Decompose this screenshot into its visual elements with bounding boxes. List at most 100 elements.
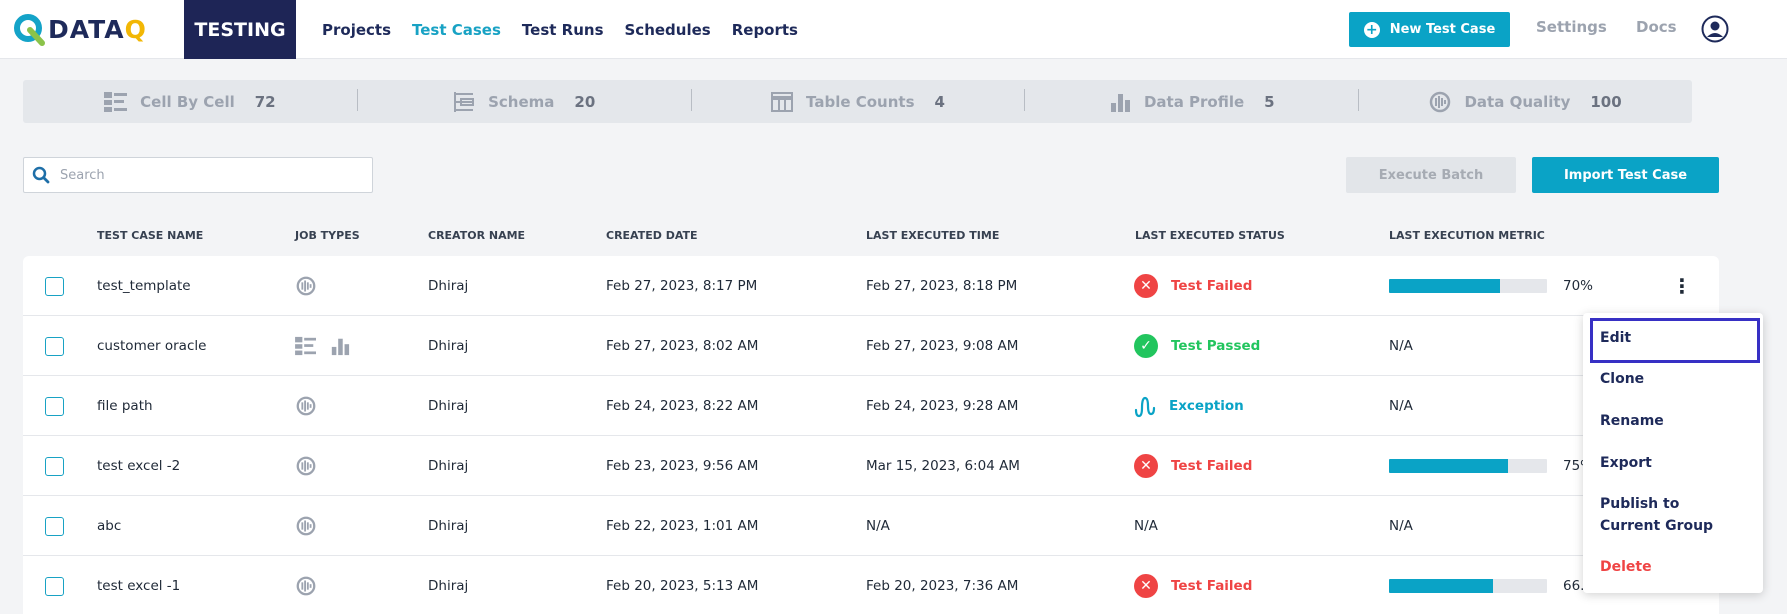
test-case-name[interactable]: test excel -2 xyxy=(97,436,180,496)
row-checkbox[interactable] xyxy=(45,256,64,316)
settings-link[interactable]: Settings xyxy=(1536,18,1607,36)
job-types xyxy=(295,436,317,496)
table-row[interactable]: abc Dhiraj Feb 22, 2023, 1:01 AM N/A N/A… xyxy=(23,496,1719,556)
last-executed-time: Feb 20, 2023, 7:36 AM xyxy=(866,578,1019,594)
last-executed-status: ✕ Test Failed xyxy=(1134,556,1252,614)
stat-count: 100 xyxy=(1590,92,1622,111)
new-test-case-button[interactable]: + New Test Case xyxy=(1349,12,1510,47)
test-case-name[interactable]: file path xyxy=(97,376,153,436)
brand-logo[interactable]: DATAQ xyxy=(12,12,147,46)
test-case-name[interactable]: customer oracle xyxy=(97,316,206,376)
col-test-case-name[interactable]: TEST CASE NAME xyxy=(97,229,203,242)
menu-item-publish[interactable]: Publish to Current Group xyxy=(1600,493,1740,537)
test-case-name[interactable]: abc xyxy=(97,496,121,556)
table-header: TEST CASE NAME JOB TYPES CREATOR NAME CR… xyxy=(0,229,1787,245)
stat-cell-by-cell[interactable]: Cell By Cell 72 xyxy=(23,91,357,113)
created-date: Feb 27, 2023, 8:02 AM xyxy=(606,338,759,354)
last-execution-metric: N/A xyxy=(1389,376,1413,436)
row-checkbox[interactable] xyxy=(45,496,64,556)
table-row[interactable]: test excel -1 Dhiraj Feb 20, 2023, 5:13 … xyxy=(23,556,1719,614)
metric-percent: 70% xyxy=(1563,278,1594,294)
cell-by-cell-icon xyxy=(295,336,317,356)
last-executed-time: N/A xyxy=(866,518,890,534)
table-counts-icon xyxy=(771,91,794,112)
nav-test-runs[interactable]: Test Runs xyxy=(522,21,604,39)
table-row[interactable]: file path Dhiraj Feb 24, 2023, 8:22 AM F… xyxy=(23,376,1719,436)
menu-item-edit[interactable]: Edit xyxy=(1600,327,1631,349)
nav-test-cases[interactable]: Test Cases xyxy=(412,21,501,39)
plus-icon: + xyxy=(1363,21,1380,38)
stat-label: Data Quality xyxy=(1464,92,1571,111)
table-row[interactable]: test excel -2 Dhiraj Feb 23, 2023, 9:56 … xyxy=(23,436,1719,496)
test-case-name[interactable]: test excel -1 xyxy=(97,556,180,614)
last-executed-time: Feb 24, 2023, 9:28 AM xyxy=(866,398,1019,414)
last-executed-time: Mar 15, 2023, 6:04 AM xyxy=(866,458,1020,474)
failed-x-icon: ✕ xyxy=(1134,274,1158,298)
col-last-executed-status[interactable]: LAST EXECUTED STATUS xyxy=(1135,229,1285,242)
test-cases-table: test_template Dhiraj Feb 27, 2023, 8:17 … xyxy=(23,256,1719,614)
passed-check-icon: ✓ xyxy=(1134,334,1158,358)
metric-na: N/A xyxy=(1389,518,1413,534)
row-checkbox[interactable] xyxy=(45,436,64,496)
created-date: Feb 27, 2023, 8:17 PM xyxy=(606,278,758,294)
job-types xyxy=(295,316,351,376)
creator-name: Dhiraj xyxy=(428,338,469,354)
menu-item-clone[interactable]: Clone xyxy=(1600,368,1644,390)
data-quality-icon xyxy=(295,575,317,597)
data-quality-icon xyxy=(295,515,317,537)
last-execution-metric: N/A xyxy=(1389,316,1413,376)
stat-count: 72 xyxy=(254,92,276,111)
execute-batch-button[interactable]: Execute Batch xyxy=(1346,157,1516,193)
stat-data-profile[interactable]: Data Profile 5 xyxy=(1024,88,1358,113)
creator-name: Dhiraj xyxy=(428,518,469,534)
import-test-case-button[interactable]: Import Test Case xyxy=(1532,157,1719,193)
menu-item-export[interactable]: Export xyxy=(1600,452,1652,474)
data-profile-icon xyxy=(329,336,351,356)
job-types xyxy=(295,256,317,316)
col-created-date[interactable]: CREATED DATE xyxy=(606,229,698,242)
user-account-icon[interactable] xyxy=(1701,15,1729,43)
last-executed-status: N/A xyxy=(1134,496,1158,556)
creator-name: Dhiraj xyxy=(428,278,469,294)
stat-label: Table Counts xyxy=(806,92,915,111)
nav-projects[interactable]: Projects xyxy=(322,21,391,39)
kebab-menu-icon[interactable]: ⋮ xyxy=(1672,256,1692,316)
table-row[interactable]: customer oracle Dhiraj Feb 27, 2023, 8:0… xyxy=(23,316,1719,376)
menu-item-delete[interactable]: Delete xyxy=(1600,556,1652,578)
docs-link[interactable]: Docs xyxy=(1636,18,1677,36)
col-creator-name[interactable]: CREATOR NAME xyxy=(428,229,525,242)
stat-label: Data Profile xyxy=(1143,92,1245,111)
metric-percent: 66. xyxy=(1563,578,1585,594)
stat-schema[interactable]: Schema 20 xyxy=(356,88,691,113)
metric-na: N/A xyxy=(1389,398,1413,414)
search-input[interactable] xyxy=(60,167,350,183)
menu-item-rename[interactable]: Rename xyxy=(1600,410,1664,432)
stat-count: 4 xyxy=(934,92,945,111)
metric-progress-bar xyxy=(1389,579,1547,593)
stat-count: 5 xyxy=(1264,92,1275,111)
creator-name: Dhiraj xyxy=(428,458,469,474)
col-job-types[interactable]: JOB TYPES xyxy=(295,229,360,242)
row-checkbox[interactable] xyxy=(45,316,64,376)
last-execution-metric: N/A xyxy=(1389,496,1413,556)
row-checkbox[interactable] xyxy=(45,376,64,436)
test-case-name[interactable]: test_template xyxy=(97,256,191,316)
stat-label: Cell By Cell xyxy=(140,92,235,111)
job-types xyxy=(295,556,317,614)
main-nav: Projects Test Cases Test Runs Schedules … xyxy=(322,0,798,59)
status-text: Test Failed xyxy=(1171,278,1253,294)
row-checkbox[interactable] xyxy=(45,556,64,614)
table-row[interactable]: test_template Dhiraj Feb 27, 2023, 8:17 … xyxy=(23,256,1719,316)
search-box xyxy=(23,157,373,193)
col-last-execution-metric[interactable]: LAST EXECUTION METRIC xyxy=(1389,229,1545,242)
last-execution-metric: 70% xyxy=(1389,256,1593,316)
failed-x-icon: ✕ xyxy=(1134,574,1158,598)
last-executed-status: ✕ Test Failed xyxy=(1134,256,1252,316)
nav-schedules[interactable]: Schedules xyxy=(625,21,711,39)
stat-table-counts[interactable]: Table Counts 4 xyxy=(690,88,1025,113)
nav-reports[interactable]: Reports xyxy=(732,21,798,39)
search-icon xyxy=(32,166,50,184)
exception-wave-icon xyxy=(1134,396,1156,418)
stat-data-quality[interactable]: Data Quality 100 xyxy=(1358,88,1692,113)
col-last-executed-time[interactable]: LAST EXECUTED TIME xyxy=(866,229,999,242)
